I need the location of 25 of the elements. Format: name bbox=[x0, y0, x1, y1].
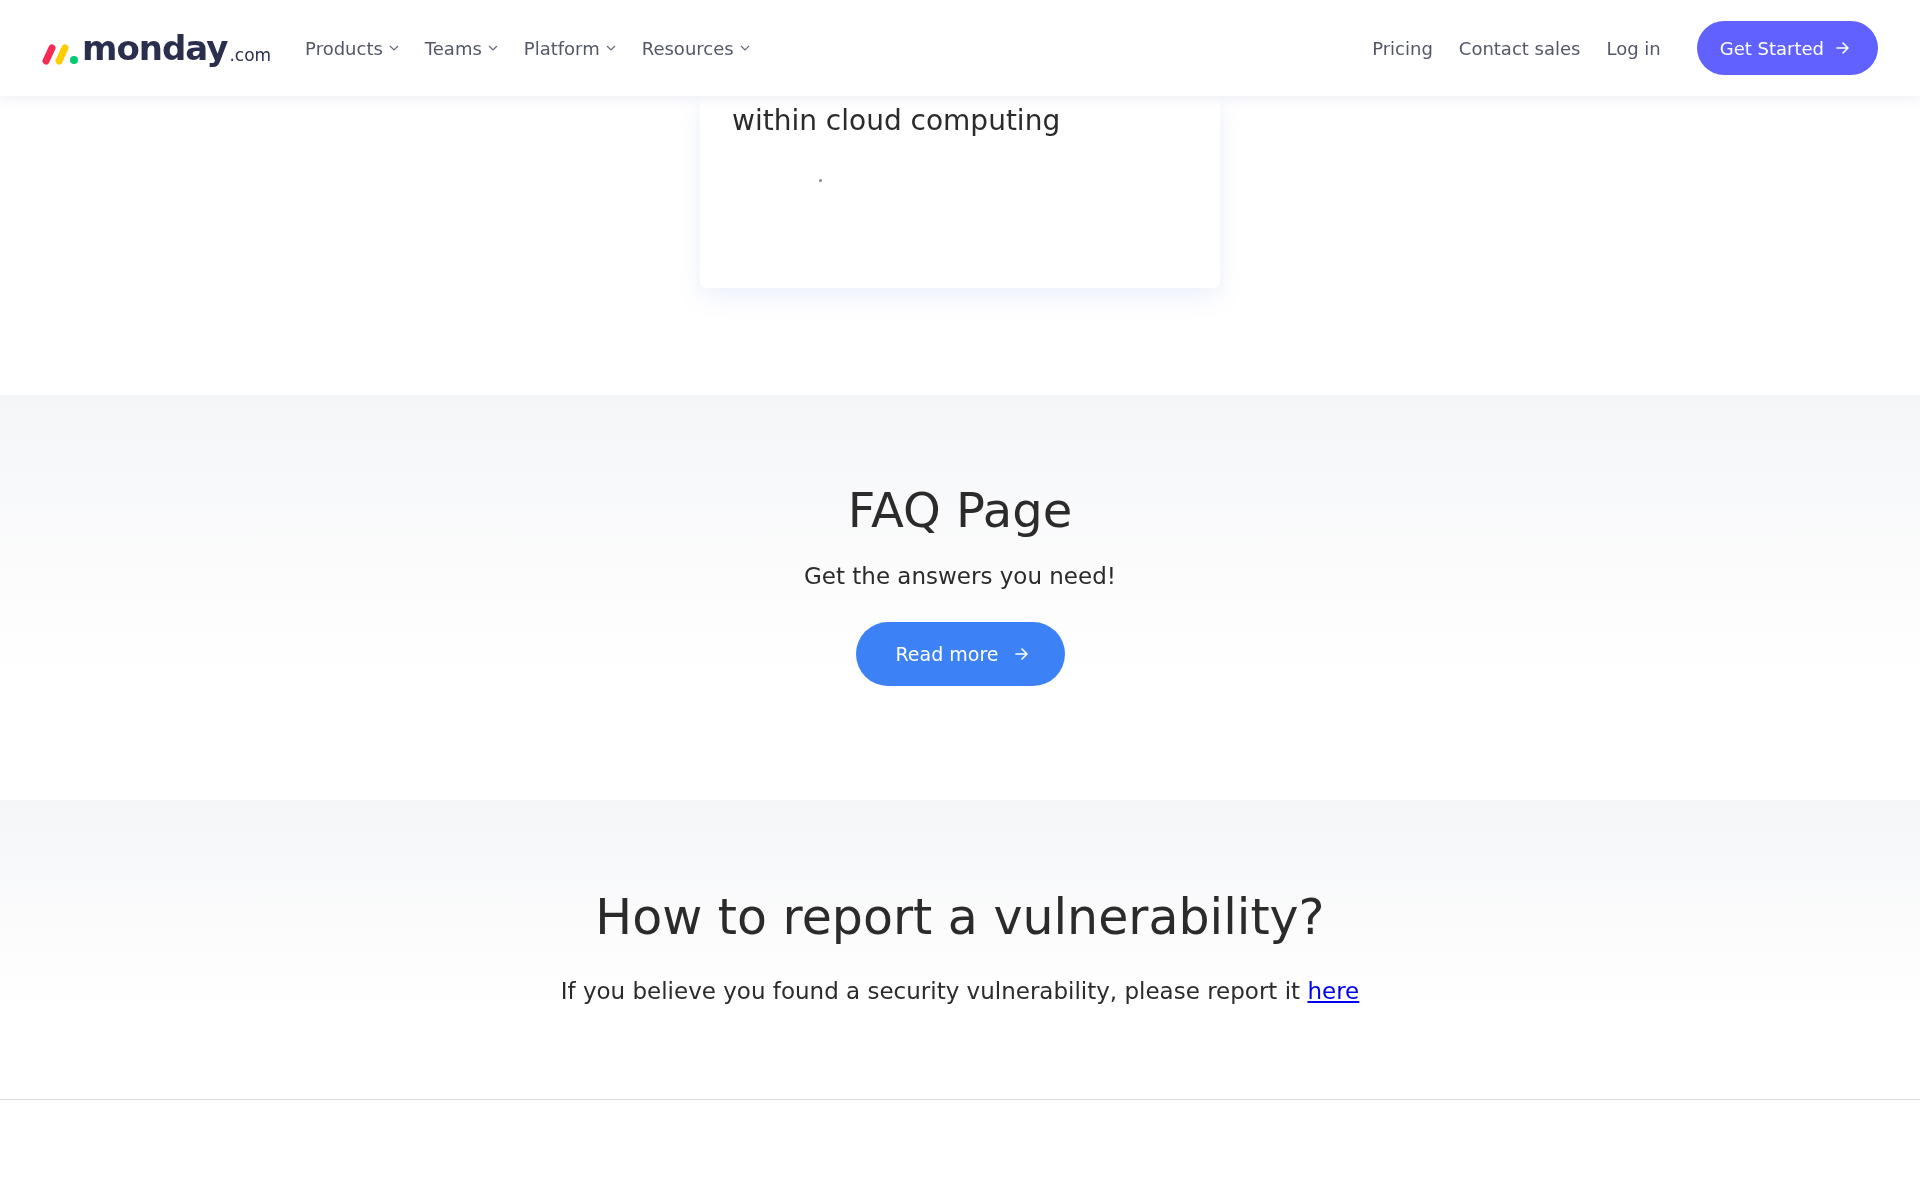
report-text: If you believe you found a security vulnerability, please report it here bbox=[560, 977, 1360, 1006]
chevron-down-icon bbox=[388, 45, 399, 51]
nav-link[interactable]: Contact sales bbox=[1458, 37, 1581, 59]
chevron-down-icon bbox=[487, 45, 498, 51]
nav-link[interactable]: Pricing bbox=[1372, 37, 1433, 59]
card-title: within cloud computing bbox=[732, 104, 1062, 137]
nav-link[interactable]: Log in bbox=[1606, 37, 1661, 59]
nav-menu-item[interactable]: Products bbox=[305, 37, 399, 59]
logo-wordmark[interactable]: monday bbox=[82, 31, 228, 65]
logo-suffix[interactable]: .com bbox=[229, 47, 272, 64]
get-started-button[interactable]: Get Started bbox=[1696, 21, 1878, 75]
read-more-button[interactable]: Read more bbox=[855, 622, 1065, 686]
nav-menu-item[interactable]: Platform bbox=[523, 37, 616, 59]
chevron-down-icon bbox=[605, 45, 616, 51]
section-subtitle: Get the answers you need! bbox=[804, 562, 1116, 591]
section-title: How to report a vulnerability? bbox=[595, 888, 1325, 948]
dot-icon bbox=[819, 179, 822, 182]
logo-icon bbox=[42, 43, 80, 65]
nav-menu-item[interactable]: Teams bbox=[424, 37, 498, 59]
arrow-icon bbox=[1014, 648, 1029, 660]
nav-menu-item[interactable]: Resources bbox=[641, 37, 750, 59]
chevron-down-icon bbox=[739, 45, 750, 51]
arrow-icon bbox=[1836, 42, 1850, 54]
section-title: FAQ Page bbox=[847, 481, 1073, 540]
here-link[interactable]: here bbox=[1307, 978, 1360, 1004]
